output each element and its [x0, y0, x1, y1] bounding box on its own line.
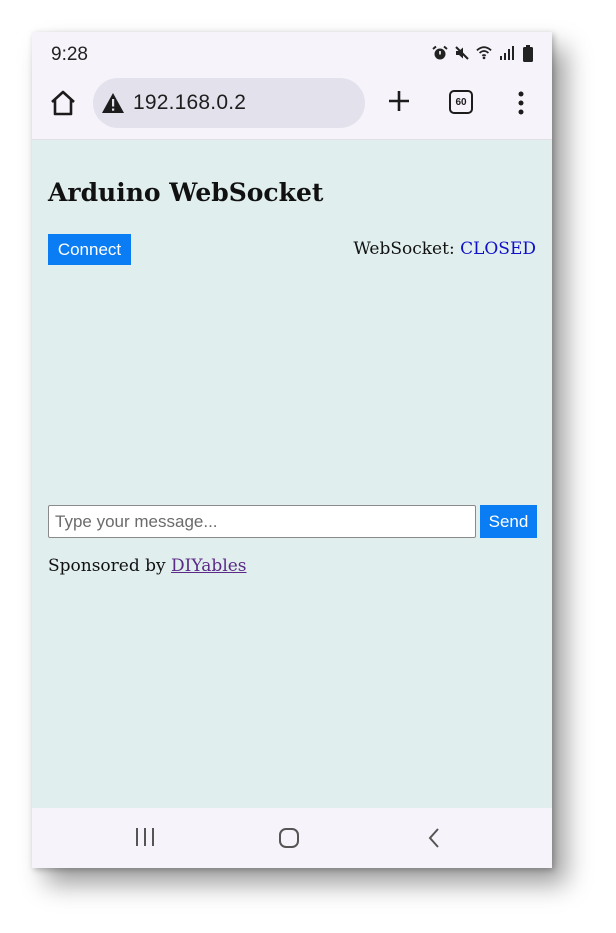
- alarm-icon: [432, 44, 448, 62]
- home-icon[interactable]: [48, 88, 78, 118]
- tab-switcher-button[interactable]: 60: [449, 90, 473, 114]
- status-icons: [432, 44, 536, 62]
- page-title: Arduino WebSocket: [48, 178, 324, 207]
- wifi-icon: [476, 44, 492, 62]
- new-tab-icon[interactable]: [386, 88, 412, 114]
- more-menu-icon[interactable]: [514, 88, 528, 118]
- send-button[interactable]: Send: [480, 505, 537, 538]
- websocket-state: CLOSED: [460, 239, 536, 259]
- address-bar[interactable]: 192.168.0.2: [93, 78, 365, 128]
- warning-icon[interactable]: [101, 92, 125, 114]
- status-bar: 9:28: [32, 32, 552, 76]
- back-icon[interactable]: [426, 826, 442, 850]
- sponsor-link[interactable]: DIYables: [171, 556, 247, 576]
- connect-button[interactable]: Connect: [48, 234, 131, 265]
- websocket-status-label: WebSocket:: [353, 239, 461, 259]
- home-circle-icon[interactable]: [278, 827, 300, 849]
- phone-screen: 9:28 192.168.0.2 60 Arduino WebSocket Co…: [32, 32, 552, 868]
- page-content: Arduino WebSocket Connect WebSocket: CLO…: [32, 140, 552, 808]
- websocket-status: WebSocket: CLOSED: [353, 239, 536, 259]
- browser-toolbar: 192.168.0.2 60: [32, 76, 552, 140]
- status-time: 9:28: [51, 44, 88, 65]
- sponsor-line: Sponsored by DIYables: [48, 556, 247, 576]
- signal-icon: [498, 44, 514, 62]
- sponsor-prefix: Sponsored by: [48, 556, 172, 576]
- recent-apps-icon[interactable]: [134, 827, 156, 847]
- system-nav-bar: [32, 808, 552, 868]
- battery-icon: [520, 44, 536, 62]
- mute-icon: [454, 44, 470, 62]
- url-text[interactable]: 192.168.0.2: [133, 91, 246, 115]
- message-input[interactable]: [48, 505, 476, 538]
